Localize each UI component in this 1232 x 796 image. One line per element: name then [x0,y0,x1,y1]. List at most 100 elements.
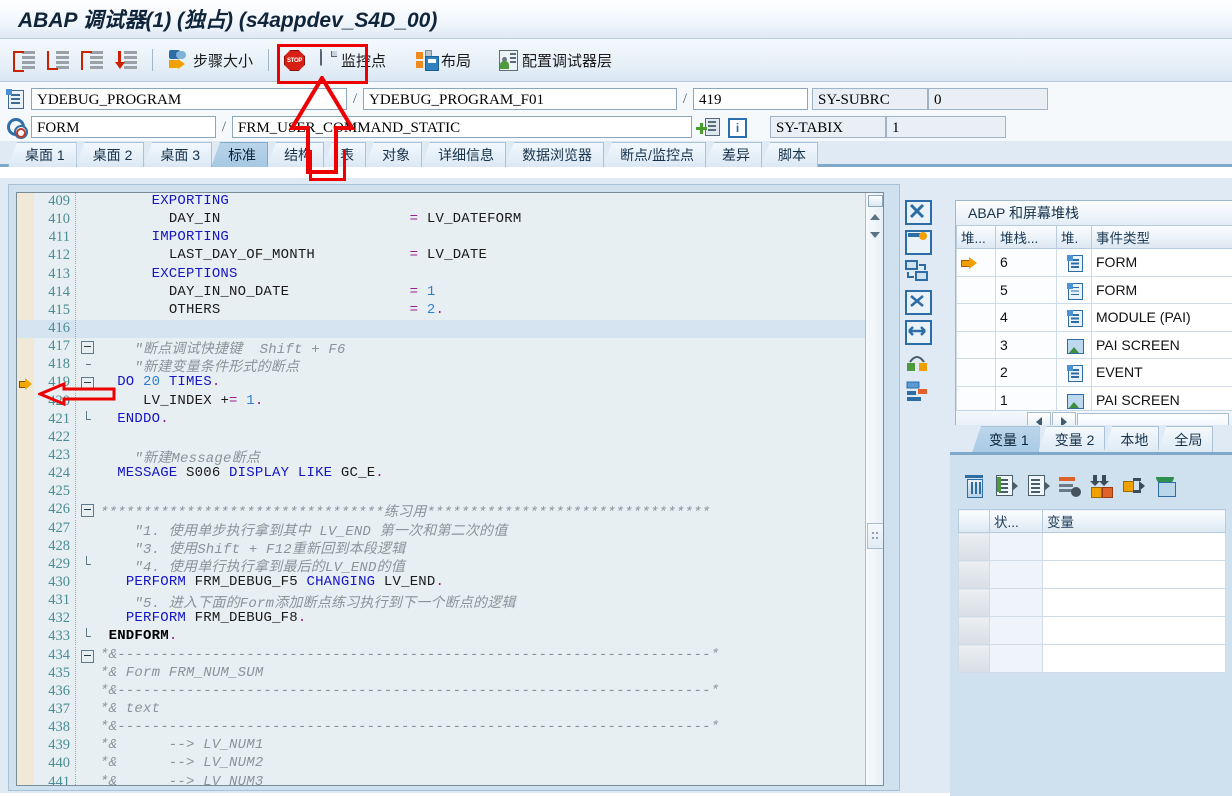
scroll-down-button[interactable] [867,227,882,242]
code-line-409[interactable]: 409 EXPORTING [17,193,883,211]
stack-row[interactable]: 2EVENT [957,359,1232,387]
stack-row[interactable]: 5FORM [957,276,1232,304]
variables-tab-3[interactable]: 全局 [1157,426,1213,453]
code-line-420[interactable]: 420 LV_INDEX += 1. [17,393,883,411]
stack-header-1[interactable]: 堆栈... [996,226,1057,249]
variables-row[interactable] [959,533,1226,561]
code-line-413[interactable]: 413 EXCEPTIONS [17,266,883,284]
stack-row[interactable]: 3PAI SCREEN [957,331,1232,359]
tab-7[interactable]: 详细信息 [421,142,506,167]
code-line-418[interactable]: 418 "新建变量条件形式的断点 [17,356,883,374]
code-line-431[interactable]: 431 "5. 进入下面的Form添加断点练习执行到下一个断点的逻辑 [17,592,883,610]
step-into-button[interactable] [8,42,40,78]
download-icon[interactable] [1090,475,1114,497]
step-continue-button[interactable] [110,42,142,78]
tab-10[interactable]: 差异 [705,142,762,167]
code-line-434[interactable]: 434*&-----------------------------------… [17,647,883,665]
scrollbar-gripper[interactable] [867,523,884,549]
variables-row[interactable] [959,617,1226,645]
stack-header-0[interactable]: 堆... [957,226,996,249]
step-over-button[interactable] [42,42,74,78]
swap-panel-icon[interactable] [904,260,930,282]
code-line-423[interactable]: 423 "新建Message断点 [17,447,883,465]
variables-tab-1[interactable]: 变量 2 [1038,426,1106,453]
variables-table[interactable]: 状...变量 [958,509,1226,673]
code-line-428[interactable]: 428 "3. 使用Shift + F12重新回到本段逻辑 [17,538,883,556]
delete-icon[interactable] [962,475,986,497]
code-line-429[interactable]: 429 "4. 使用单行执行拿到最后的LV_END的值 [17,556,883,574]
add-row-icon[interactable] [698,117,720,137]
code-line-411[interactable]: 411 IMPORTING [17,229,883,247]
paste-icon[interactable] [1154,475,1178,497]
variables-name-cell[interactable] [1043,589,1226,617]
stack-row[interactable]: 4MODULE (PAI) [957,304,1232,332]
code-line-414[interactable]: 414 DAY_IN_NO_DATE = 1 [17,284,883,302]
code-vertical-scrollbar[interactable] [865,193,883,785]
code-line-433[interactable]: 433 ENDFORM. [17,628,883,646]
code-line-435[interactable]: 435*& Form FRM_NUM_SUM [17,665,883,683]
variables-header-0[interactable] [959,510,990,533]
source-code-viewer[interactable]: 409 EXPORTING410 DAY_IN = LV_DATEFORM411… [16,192,884,786]
code-line-430[interactable]: 430 PERFORM FRM_DEBUG_F5 CHANGING LV_END… [17,574,883,592]
code-line-424[interactable]: 424 MESSAGE S006 DISPLAY LIKE GC_E. [17,465,883,483]
tab-2[interactable]: 桌面 3 [143,142,212,167]
code-line-416[interactable]: 416 [17,320,883,338]
tab-4[interactable]: 结构 [267,142,324,167]
maximize-icon[interactable] [904,290,930,312]
variables-row-selector[interactable] [959,561,990,589]
variables-row[interactable] [959,589,1226,617]
tab-9[interactable]: 断点/监控点 [603,142,706,167]
expand-icon[interactable] [1122,475,1146,497]
scroll-up-button[interactable] [867,209,882,224]
program-input[interactable]: YDEBUG_PROGRAM [31,88,347,110]
variables-name-cell[interactable] [1043,561,1226,589]
variables-tab-2[interactable]: 本地 [1103,426,1159,453]
code-line-415[interactable]: 415 OTHERS = 2. [17,302,883,320]
info-icon[interactable]: i [726,117,746,137]
tab-11[interactable]: 脚本 [761,142,818,167]
copy-row-icon[interactable] [1026,475,1050,497]
variables-name-cell[interactable] [1043,533,1226,561]
code-line-410[interactable]: 410 DAY_IN = LV_DATEFORM [17,211,883,229]
variables-tab-0[interactable]: 变量 1 [972,426,1040,453]
remove-row-icon[interactable] [1058,475,1082,497]
scrollbar-thumb[interactable] [868,195,883,207]
code-line-426[interactable]: 426*********************************练习用*… [17,501,883,519]
code-line-436[interactable]: 436*&-----------------------------------… [17,683,883,701]
code-line-432[interactable]: 432 PERFORM FRM_DEBUG_F8. [17,610,883,628]
variables-header-1[interactable]: 状... [990,510,1043,533]
close-tool-icon[interactable] [904,200,930,222]
include-input[interactable]: YDEBUG_PROGRAM_F01 [363,88,677,110]
variables-row[interactable] [959,561,1226,589]
code-line-421[interactable]: 421 ENDDO. [17,411,883,429]
variables-header-2[interactable]: 变量 [1043,510,1226,533]
variables-table-body[interactable] [959,533,1226,673]
variables-name-cell[interactable] [1043,645,1226,673]
variables-row-selector[interactable] [959,645,990,673]
tab-5[interactable]: 表 [323,142,366,167]
stack-row[interactable]: 6FORM [957,249,1232,277]
stack-header-2[interactable]: 堆. [1057,226,1092,249]
code-line-419[interactable]: 419 DO 20 TIMES. [17,374,883,392]
layout-button[interactable]: 布局 [411,42,476,78]
tab-1[interactable]: 桌面 2 [76,142,145,167]
code-line-425[interactable]: 425 [17,483,883,501]
watchpoint-button[interactable]: 监控点 [315,42,391,78]
code-line-440[interactable]: 440*& --> LV_NUM2 [17,755,883,773]
variables-row[interactable] [959,645,1226,673]
resize-width-icon[interactable] [904,320,930,342]
new-window-icon[interactable] [904,230,930,252]
breakpoint-toggle-icon[interactable] [904,350,930,372]
event-type-input[interactable]: FORM [31,116,216,138]
code-line-412[interactable]: 412 LAST_DAY_OF_MONTH = LV_DATE [17,247,883,265]
stop-button[interactable]: STOP [279,42,309,78]
tab-6[interactable]: 对象 [365,142,422,167]
code-line-438[interactable]: 438*&-----------------------------------… [17,719,883,737]
tab-8[interactable]: 数据浏览器 [505,142,604,167]
tab-3[interactable]: 标准 [211,142,268,167]
code-line-427[interactable]: 427 "1. 使用单步执行拿到其中 LV_END 第一次和第二次的值 [17,520,883,538]
stack-header-3[interactable]: 事件类型 [1092,226,1232,249]
configure-debugger-layer-button[interactable]: 配置调试器层 [492,42,617,78]
code-line-422[interactable]: 422 [17,429,883,447]
event-name-input[interactable]: FRM_USER_COMMAND_STATIC [232,116,692,138]
